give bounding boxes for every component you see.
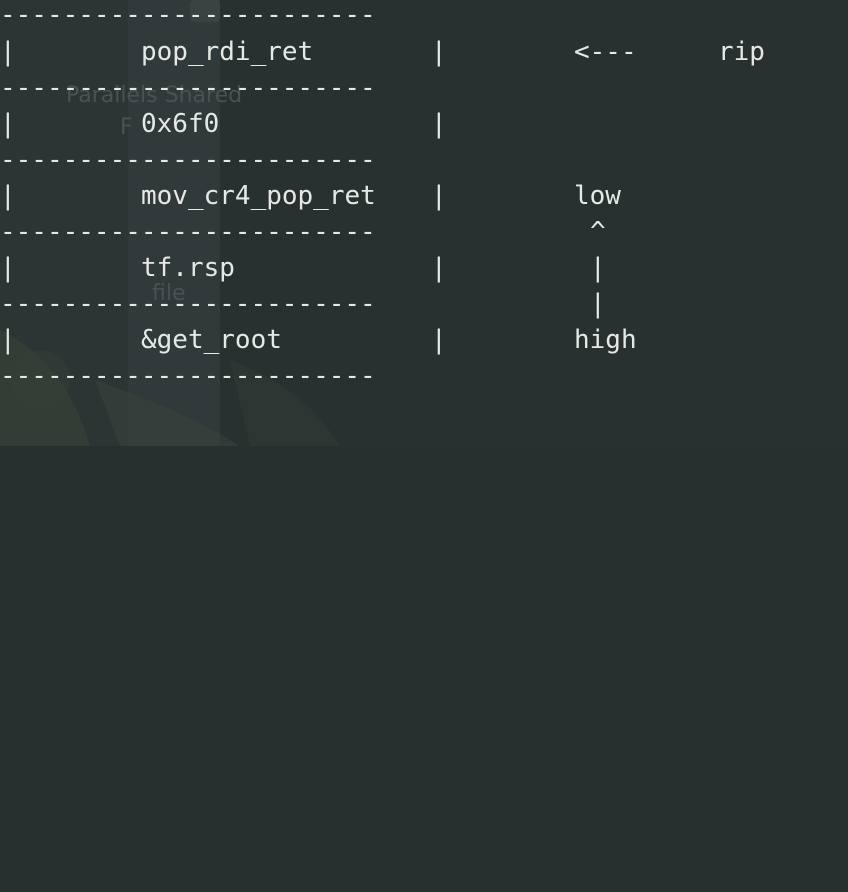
- stack-cell-0x6f0: 0x6f0: [141, 109, 220, 139]
- stack-cell-mov-cr4-pop-ret: mov_cr4_pop_ret: [141, 181, 376, 211]
- separator-line: ------------------------: [0, 217, 376, 247]
- row-left-pipe: |: [0, 109, 16, 139]
- terminal-window: ------------------------ | pop_rdi_ret |…: [0, 0, 848, 446]
- row-right-pipe: |: [431, 181, 447, 211]
- separator-line: ------------------------: [0, 361, 376, 391]
- separator-line: ------------------------: [0, 145, 376, 175]
- rip-label: rip: [718, 37, 765, 67]
- high-label: high: [574, 325, 637, 355]
- row-left-pipe: |: [0, 181, 16, 211]
- stack-cell-get-root: &get_root: [141, 325, 282, 355]
- vertical-bar: |: [590, 253, 606, 283]
- arrow-annotation: <---: [574, 37, 637, 67]
- stack-cell-tf-rsp: tf.rsp: [141, 253, 235, 283]
- row-right-pipe: |: [431, 325, 447, 355]
- row-left-pipe: |: [0, 37, 16, 67]
- stack-cell-pop-rdi-ret: pop_rdi_ret: [141, 37, 314, 67]
- row-left-pipe: |: [0, 325, 16, 355]
- separator-line: ------------------------: [0, 73, 376, 103]
- row-left-pipe: |: [0, 253, 16, 283]
- vertical-bar: |: [590, 289, 606, 319]
- caret-arrow-up: ^: [590, 217, 606, 247]
- low-label: low: [574, 181, 621, 211]
- separator-line: ------------------------: [0, 289, 376, 319]
- row-right-pipe: |: [431, 109, 447, 139]
- row-right-pipe: |: [431, 37, 447, 67]
- row-right-pipe: |: [431, 253, 447, 283]
- separator-line: ------------------------: [0, 0, 376, 30]
